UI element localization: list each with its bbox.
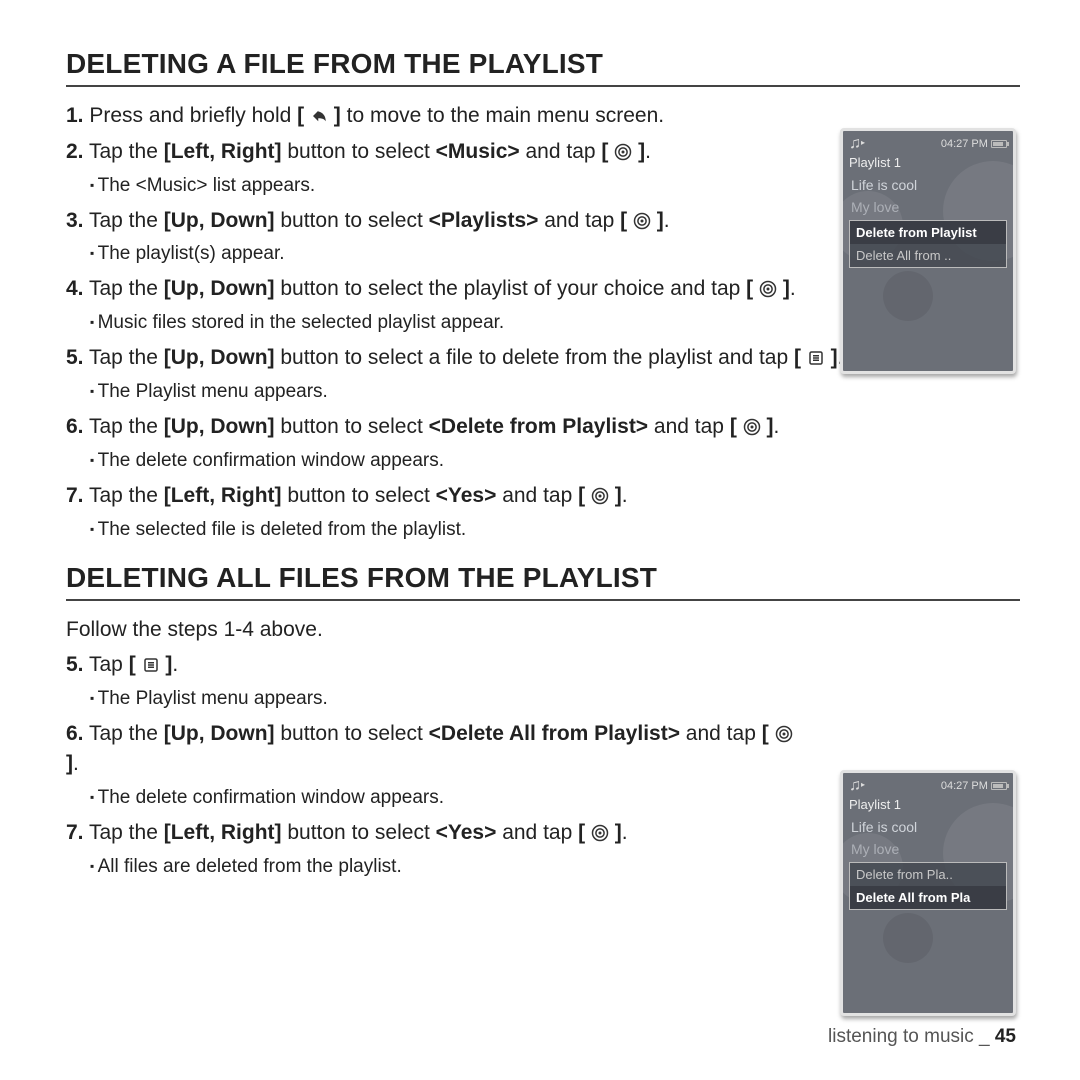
target-icon bbox=[591, 824, 609, 842]
step-7b: 7. Tap the [Left, Right] button to selec… bbox=[66, 818, 796, 848]
device-screenshot-1: ♫▸ 04:27 PM Playlist 1 Life is cool My l… bbox=[840, 128, 1016, 374]
song-1: Life is cool bbox=[843, 816, 1013, 838]
target-icon bbox=[591, 487, 609, 505]
back-icon bbox=[310, 107, 328, 125]
step-6b: 6. Tap the [Up, Down] button to select <… bbox=[66, 719, 796, 779]
target-icon bbox=[775, 725, 793, 743]
song-1: Life is cool bbox=[843, 174, 1013, 196]
battery-icon bbox=[991, 140, 1007, 148]
song-2: My love bbox=[843, 838, 1013, 860]
context-menu-1: Delete from Playlist Delete All from .. bbox=[849, 220, 1007, 268]
step-5b: 5. Tap [ ]. bbox=[66, 650, 796, 680]
music-note-icon: ♫▸ bbox=[849, 135, 865, 153]
target-icon bbox=[614, 143, 632, 161]
menu-delete-from-playlist[interactable]: Delete from Playlist bbox=[850, 221, 1006, 244]
step-3-sub: The playlist(s) appear. bbox=[90, 241, 796, 268]
step-6b-sub: The delete confirmation window appears. bbox=[90, 785, 796, 812]
step-6-sub: The delete confirmation window appears. bbox=[90, 448, 1020, 475]
list-icon bbox=[142, 656, 160, 674]
page-footer: listening to music _ 45 bbox=[828, 1026, 1016, 1048]
step-5-sub: The Playlist menu appears. bbox=[90, 379, 1020, 406]
intro-text: Follow the steps 1-4 above. bbox=[66, 615, 796, 645]
step-7b-sub: All files are deleted from the playlist. bbox=[90, 854, 796, 881]
device-time: 04:27 PM bbox=[941, 780, 988, 792]
step-2: 2. Tap the [Left, Right] button to selec… bbox=[66, 137, 796, 167]
device-time: 04:27 PM bbox=[941, 138, 988, 150]
menu-delete-from-playlist[interactable]: Delete from Pla.. bbox=[850, 863, 1006, 886]
menu-delete-all[interactable]: Delete All from .. bbox=[850, 244, 1006, 267]
menu-delete-all[interactable]: Delete All from Pla bbox=[850, 886, 1006, 909]
step-1: 1. Press and briefly hold [ ] to move to… bbox=[66, 101, 796, 131]
target-icon bbox=[633, 212, 651, 230]
heading-delete-all: DELETING ALL FILES FROM THE PLAYLIST bbox=[66, 562, 1020, 601]
step-5b-sub: The Playlist menu appears. bbox=[90, 686, 796, 713]
step-2-sub: The <Music> list appears. bbox=[90, 173, 796, 200]
music-note-icon: ♫▸ bbox=[849, 777, 865, 795]
context-menu-2: Delete from Pla.. Delete All from Pla bbox=[849, 862, 1007, 910]
step-3: 3. Tap the [Up, Down] button to select <… bbox=[66, 206, 796, 236]
step-7: 7. Tap the [Left, Right] button to selec… bbox=[66, 481, 1020, 511]
device-playlist-title: Playlist 1 bbox=[843, 797, 1013, 816]
target-icon bbox=[743, 418, 761, 436]
battery-icon bbox=[991, 782, 1007, 790]
step-4: 4. Tap the [Up, Down] button to select t… bbox=[66, 274, 796, 304]
heading-delete-file: DELETING A FILE FROM THE PLAYLIST bbox=[66, 48, 1020, 87]
step-7-sub: The selected file is deleted from the pl… bbox=[90, 517, 1020, 544]
device-screenshot-2: ♫▸ 04:27 PM Playlist 1 Life is cool My l… bbox=[840, 770, 1016, 1016]
step-6: 6. Tap the [Up, Down] button to select <… bbox=[66, 412, 1020, 442]
song-2: My love bbox=[843, 196, 1013, 218]
target-icon bbox=[759, 280, 777, 298]
list-icon bbox=[807, 349, 825, 367]
device-playlist-title: Playlist 1 bbox=[843, 155, 1013, 174]
